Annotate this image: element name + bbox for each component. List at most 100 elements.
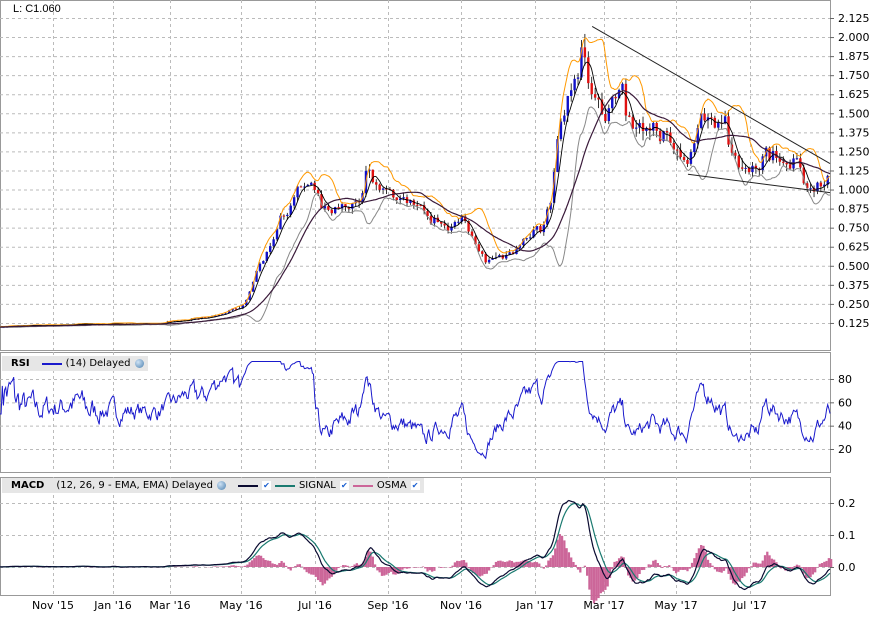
price-tick-label: 0.250 <box>838 298 870 311</box>
signal-checkbox[interactable]: ✔ <box>339 481 349 490</box>
candle-body <box>734 152 737 156</box>
candle <box>686 158 689 168</box>
osma-bar <box>688 567 691 569</box>
price-chart[interactable]: Nov '15 Jan '16 Mar '16 May '16 Jul '16 Sep '… <box>0 0 876 619</box>
candle-body <box>676 149 679 151</box>
osma-bar <box>677 567 680 572</box>
osma-bar <box>408 567 411 569</box>
osma-bar <box>759 563 762 567</box>
candle-body <box>330 209 333 214</box>
candle-body <box>395 197 398 201</box>
globe-icon[interactable] <box>216 481 226 490</box>
candle-body <box>576 77 580 79</box>
price-panel <box>0 25 831 329</box>
candle <box>720 114 723 129</box>
candle <box>282 214 286 220</box>
osma-bar <box>563 540 566 567</box>
x-tick-label: Jan '17 <box>515 599 553 612</box>
candle-body <box>587 57 590 84</box>
candle <box>436 214 440 223</box>
candle-body <box>703 113 706 121</box>
osma-bar <box>558 534 561 567</box>
osma-bar <box>704 551 707 567</box>
osma-bar <box>239 566 242 567</box>
osma-bar <box>633 567 637 581</box>
osma-bar <box>193 566 197 567</box>
osma-bar <box>825 560 828 567</box>
osma-bar <box>401 567 404 570</box>
osma-bar <box>649 564 653 567</box>
osma-bar <box>494 561 498 567</box>
candle-body <box>782 161 785 163</box>
upper-band-line <box>0 37 831 328</box>
candle <box>487 257 491 264</box>
candle-body <box>402 197 405 199</box>
candle-body <box>542 224 546 233</box>
rsi-title: RSI <box>11 358 30 369</box>
osma-bar <box>576 567 580 570</box>
lower-band-line <box>0 106 831 329</box>
osma-bar <box>820 563 824 567</box>
osma-bar <box>259 555 263 567</box>
x-tick-label: Mar '16 <box>149 599 190 612</box>
osma-bar <box>430 567 434 572</box>
osma-bar <box>656 562 659 567</box>
osma-bar <box>643 567 646 570</box>
rsi-tick-label: 40 <box>838 420 852 433</box>
price-tick-label: 0.125 <box>838 317 870 330</box>
candle-body <box>487 259 491 263</box>
osma-bar <box>405 567 409 569</box>
candle-body <box>634 127 638 129</box>
osma-bar <box>814 567 817 573</box>
candle-body <box>416 204 419 206</box>
osma-bar <box>745 567 748 573</box>
osma-bar <box>294 566 297 567</box>
osma-bar <box>428 567 431 571</box>
osma-bar <box>761 560 764 567</box>
x-tick-label: Jul '16 <box>297 599 332 612</box>
osma-bar <box>497 560 500 567</box>
macd-params: (12, 26, 9 - EMA, EMA) Delayed <box>56 480 213 491</box>
osma-bar <box>476 567 479 576</box>
osma-bar <box>613 561 616 567</box>
candle-body <box>375 182 378 185</box>
macd-legend[interactable]: MACD (12, 26, 9 - EMA, EMA) Delayed ✔ SI… <box>2 478 424 493</box>
osma-bar <box>232 565 235 567</box>
osma-bar <box>289 567 292 571</box>
axes: Nov '15 Jan '16 Mar '16 May '16 Jul '16 Sep '… <box>32 12 870 612</box>
rsi-legend[interactable]: RSI (14) Delayed <box>2 356 148 371</box>
candle <box>816 181 819 195</box>
candle <box>706 113 710 129</box>
osma-bar <box>636 567 639 579</box>
candle <box>344 204 347 212</box>
x-tick-label: May '17 <box>654 599 697 612</box>
osma-bar <box>663 566 666 567</box>
osma-bar <box>583 565 587 567</box>
osma-bar <box>567 552 571 567</box>
price-tick-label: 1.375 <box>838 126 870 139</box>
candle <box>778 153 782 166</box>
osma-bar <box>351 566 354 567</box>
osma-bar <box>191 566 194 567</box>
osma-bar <box>811 567 815 575</box>
osma-bar <box>599 567 602 594</box>
osma-bar <box>715 567 719 572</box>
osma-bar <box>503 561 507 567</box>
price-tick-label: 0.500 <box>838 260 870 273</box>
candle <box>727 110 730 147</box>
candle-body <box>809 188 812 190</box>
osma-checkbox[interactable]: ✔ <box>410 481 420 490</box>
osma-bar <box>508 560 511 567</box>
osma-bar <box>827 558 830 567</box>
macd-checkbox[interactable]: ✔ <box>261 481 271 490</box>
osma-bar <box>513 562 516 567</box>
osma-bar <box>638 567 641 575</box>
price-tick-label: 2.125 <box>838 12 870 25</box>
osma-bar <box>321 567 324 586</box>
osma-bar <box>312 567 315 575</box>
globe-icon[interactable] <box>134 359 144 368</box>
candle-body <box>747 167 751 173</box>
osma-bar <box>303 567 306 570</box>
osma-bar <box>531 562 534 567</box>
osma-bar <box>465 562 468 567</box>
